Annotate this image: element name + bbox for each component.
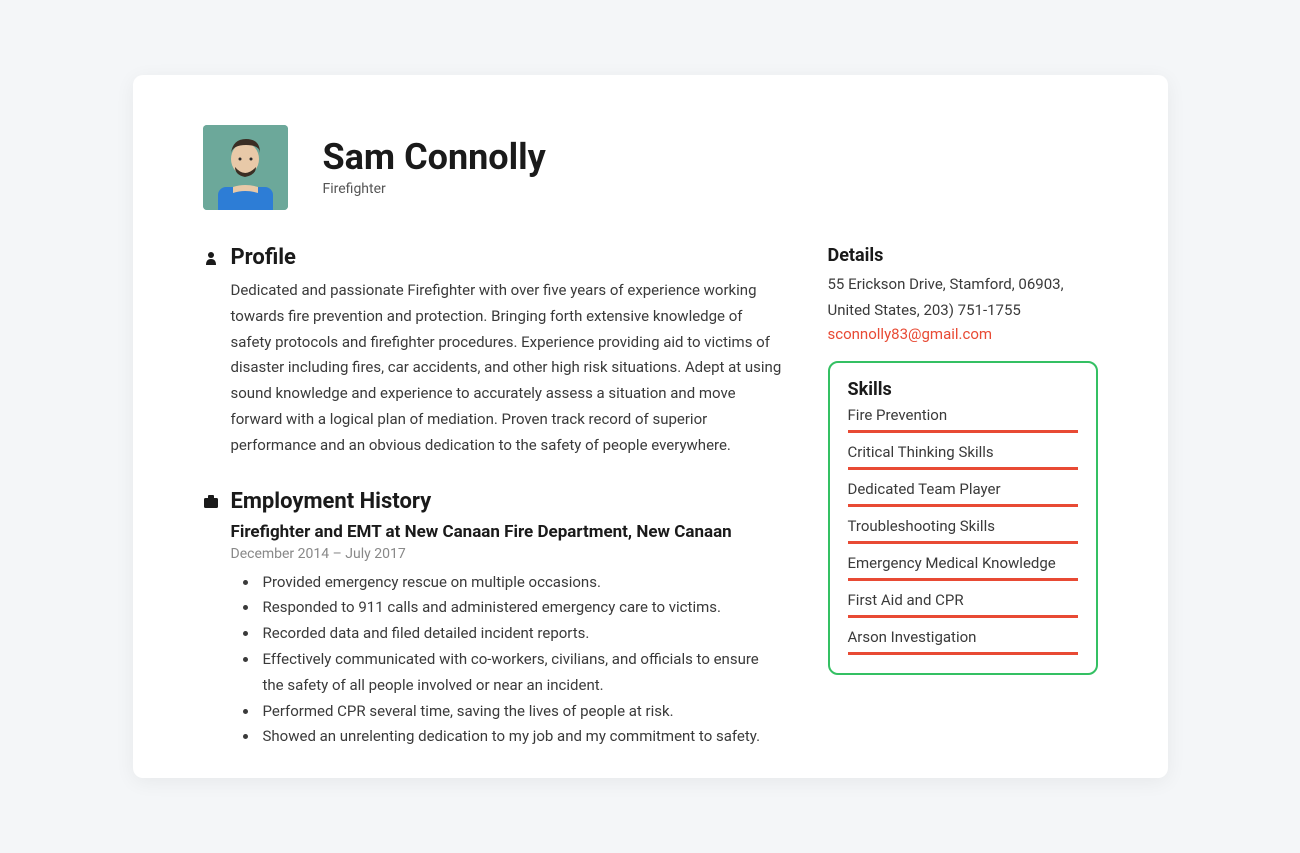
- person-title: Firefighter: [323, 181, 546, 197]
- skill-name: Arson Investigation: [848, 628, 1078, 646]
- header-row: Sam Connolly Firefighter: [203, 125, 1098, 210]
- briefcase-icon: [203, 495, 219, 508]
- skill-name: Troubleshooting Skills: [848, 517, 1078, 535]
- skill-item: Arson Investigation: [848, 628, 1078, 655]
- skills-heading: Skills: [848, 379, 1078, 400]
- employment-section: Employment History Firefighter and EMT a…: [203, 489, 783, 751]
- person-name: Sam Connolly: [323, 138, 546, 178]
- person-icon: [203, 251, 219, 265]
- left-column: Profile Dedicated and passionate Firefig…: [203, 245, 783, 778]
- job-title: Firefighter and EMT at New Canaan Fire D…: [231, 522, 783, 542]
- details-heading: Details: [828, 245, 1098, 266]
- skill-name: Fire Prevention: [848, 406, 1078, 424]
- bullet-item: Showed an unrelenting dedication to my j…: [259, 724, 783, 750]
- skill-item: Dedicated Team Player: [848, 480, 1078, 507]
- skill-bar: [848, 615, 1078, 618]
- skill-bar: [848, 467, 1078, 470]
- skills-list: Fire Prevention Critical Thinking Skills D…: [848, 406, 1078, 655]
- bullet-item: Provided emergency rescue on multiple oc…: [259, 570, 783, 596]
- employment-heading-row: Employment History: [203, 489, 783, 514]
- columns: Profile Dedicated and passionate Firefig…: [203, 245, 1098, 778]
- date-sep: –: [329, 546, 345, 562]
- bullet-item: Responded to 911 calls and administered …: [259, 595, 783, 621]
- profile-section: Profile Dedicated and passionate Firefig…: [203, 245, 783, 459]
- details-section: Details 55 Erickson Drive, Stamford, 069…: [828, 245, 1098, 343]
- skill-name: Dedicated Team Player: [848, 480, 1078, 498]
- skill-name: First Aid and CPR: [848, 591, 1078, 609]
- date-end: July 2017: [345, 546, 405, 562]
- skills-box: Skills Fire Prevention Critical Thinking …: [828, 361, 1098, 675]
- email-link[interactable]: sconnolly83@gmail.com: [828, 325, 1098, 343]
- profile-heading-row: Profile: [203, 245, 783, 270]
- skill-bar: [848, 504, 1078, 507]
- skill-bar: [848, 541, 1078, 544]
- skill-item: Critical Thinking Skills: [848, 443, 1078, 470]
- skill-bar: [848, 652, 1078, 655]
- skill-bar: [848, 430, 1078, 433]
- profile-text: Dedicated and passionate Firefighter wit…: [231, 278, 783, 459]
- header-text: Sam Connolly Firefighter: [323, 138, 546, 198]
- employment-heading: Employment History: [231, 489, 432, 514]
- skill-item: Fire Prevention: [848, 406, 1078, 433]
- bullet-item: Performed CPR several time, saving the l…: [259, 699, 783, 725]
- date-start: December 2014: [231, 546, 330, 562]
- skill-name: Emergency Medical Knowledge: [848, 554, 1078, 572]
- job-dates: December 2014 – July 2017: [231, 546, 783, 562]
- right-column: Details 55 Erickson Drive, Stamford, 069…: [828, 245, 1098, 778]
- skill-item: Troubleshooting Skills: [848, 517, 1078, 544]
- bullet-item: Effectively communicated with co-workers…: [259, 647, 783, 699]
- resume-document: Sam Connolly Firefighter Profile Dedicat…: [133, 75, 1168, 778]
- skill-bar: [848, 578, 1078, 581]
- bullet-item: Recorded data and filed detailed inciden…: [259, 621, 783, 647]
- skill-item: First Aid and CPR: [848, 591, 1078, 618]
- profile-heading: Profile: [231, 245, 296, 270]
- avatar: [203, 125, 288, 210]
- address-text: 55 Erickson Drive, Stamford, 06903, Unit…: [828, 272, 1098, 323]
- bullet-list: Provided emergency rescue on multiple oc…: [259, 570, 783, 751]
- skill-item: Emergency Medical Knowledge: [848, 554, 1078, 581]
- skill-name: Critical Thinking Skills: [848, 443, 1078, 461]
